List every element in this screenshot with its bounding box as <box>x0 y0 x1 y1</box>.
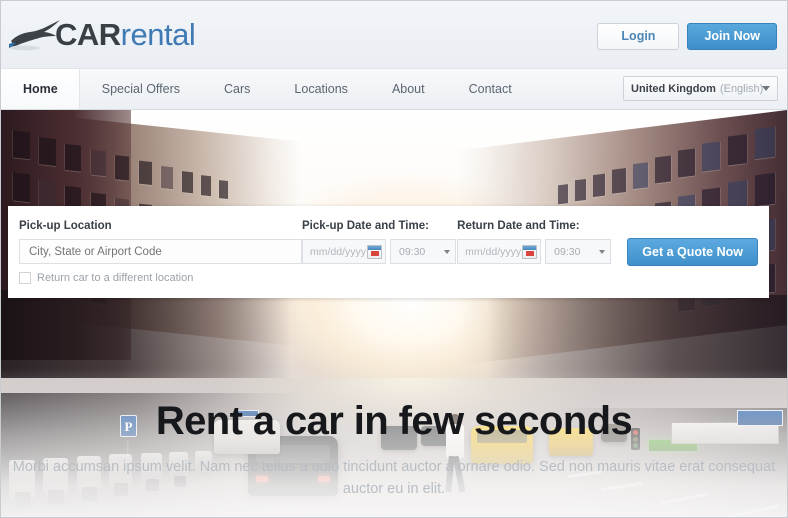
main-navigation: Home Special Offers Cars Locations About… <box>1 69 787 110</box>
pickup-date-input[interactable]: mm/dd/yyyy <box>302 239 386 264</box>
pickup-time-value: 09:30 <box>399 245 426 258</box>
join-now-button[interactable]: Join Now <box>687 23 777 50</box>
return-date-placeholder: mm/dd/yyyy <box>465 245 522 258</box>
nav-item-contact[interactable]: Contact <box>447 69 534 109</box>
chevron-down-icon <box>444 249 450 254</box>
quote-action-group: Get a Quote Now <box>627 220 758 266</box>
chevron-down-icon <box>599 249 606 254</box>
country-language: (English) <box>719 82 764 95</box>
country-language-select[interactable]: United Kingdom (English) <box>623 76 778 101</box>
pickup-datetime-inputs: mm/dd/yyyy 09:30 <box>302 239 457 264</box>
logo-text-light: rental <box>120 17 196 52</box>
hero-title: Rent a car in few seconds <box>155 399 633 443</box>
nav-item-cars[interactable]: Cars <box>202 69 272 109</box>
return-datetime-field-group: Return Date and Time: mm/dd/yyyy 09:30 <box>457 220 612 264</box>
pickup-datetime-label: Pick-up Date and Time: <box>302 220 429 232</box>
nav-item-locations[interactable]: Locations <box>272 69 370 109</box>
logo[interactable]: CARrental <box>9 11 196 59</box>
return-datetime-inputs: mm/dd/yyyy 09:30 <box>457 239 612 264</box>
login-button[interactable]: Login <box>597 23 680 50</box>
get-quote-button[interactable]: Get a Quote Now <box>627 238 758 266</box>
page-root: CARrental Login Join Now Home Special Of… <box>0 0 788 518</box>
hero-copy: Rent a car in few seconds Morbi accumsan… <box>1 400 787 501</box>
chevron-down-icon <box>762 86 770 91</box>
return-time-select[interactable]: 09:30 <box>545 239 612 264</box>
nav-item-about[interactable]: About <box>370 69 447 109</box>
return-date-input[interactable]: mm/dd/yyyy <box>457 239 542 264</box>
header-actions: Login Join Now <box>597 23 777 50</box>
pickup-location-label: Pick-up Location <box>19 220 112 232</box>
pickup-time-select[interactable]: 09:30 <box>390 239 456 264</box>
pickup-datetime-field-group: Pick-up Date and Time: mm/dd/yyyy 09:30 <box>302 220 457 264</box>
logo-text-bold: CAR <box>55 17 121 52</box>
nav-item-home[interactable]: Home <box>1 69 80 109</box>
site-header: CARrental Login Join Now <box>1 1 787 69</box>
hero-subtitle: Morbi accumsan ipsum velit. Nam nec tell… <box>12 459 776 498</box>
logo-text: CARrental <box>55 17 196 53</box>
nav-item-special-offers[interactable]: Special Offers <box>80 69 202 109</box>
return-different-location-checkbox[interactable] <box>19 272 31 284</box>
return-different-location-label: Return car to a different location <box>37 272 194 284</box>
pickup-location-field-group: Pick-up Location Return car to a differe… <box>19 220 302 284</box>
hero-section: P P <box>1 110 787 517</box>
calendar-icon[interactable] <box>522 244 538 259</box>
return-datetime-label: Return Date and Time: <box>457 220 580 232</box>
car-silhouette-icon <box>9 15 61 55</box>
pickup-date-placeholder: mm/dd/yyyy <box>310 245 367 258</box>
return-different-location-row[interactable]: Return car to a different location <box>19 272 302 284</box>
pickup-location-input[interactable] <box>19 239 302 264</box>
booking-form-panel: Pick-up Location Return car to a differe… <box>8 206 769 298</box>
country-name: United Kingdom <box>631 82 716 95</box>
calendar-icon[interactable] <box>367 244 382 259</box>
return-time-value: 09:30 <box>554 245 581 258</box>
